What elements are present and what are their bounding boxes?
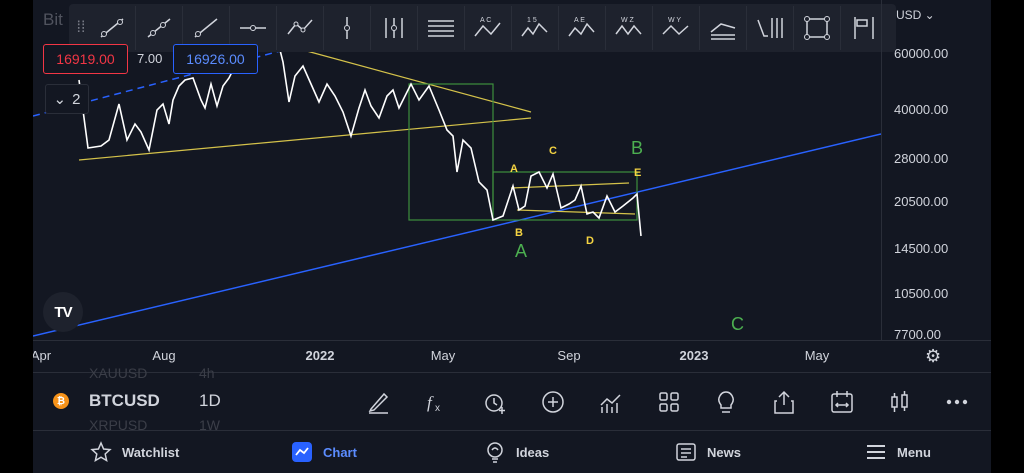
star-icon (90, 441, 112, 463)
nav-menu[interactable]: Menu (865, 441, 931, 463)
wave-label-yellow-c: C (549, 145, 557, 157)
wave-label-green-c: C (731, 314, 744, 334)
cycle-icon[interactable] (747, 6, 794, 50)
wave-label-yellow-e: E (634, 167, 641, 179)
price-label: 60000.00 (894, 46, 949, 61)
currency-selector[interactable]: USD ⌄ (896, 8, 935, 22)
yellow-upper-trendline[interactable] (302, 49, 532, 113)
sell-price-button[interactable]: 16919.00 (43, 44, 128, 74)
ideas-icon (487, 442, 503, 463)
news-icon (676, 443, 696, 461)
compare-icon[interactable] (595, 386, 627, 418)
indicator-count: 2 (72, 90, 81, 108)
wave-label-yellow-a: A (510, 163, 518, 175)
price-axis[interactable]: USD ⌄ 60000.00 40000.00 28000.00 20500.0… (881, 0, 991, 342)
time-label: May (804, 348, 830, 363)
wz-pattern-icon[interactable]: W Z (606, 6, 653, 50)
alert-icon[interactable] (479, 386, 511, 418)
buy-price-button[interactable]: 16926.00 (173, 44, 258, 74)
green-box-large[interactable] (408, 83, 494, 221)
grip-icon[interactable]: ⁞⁞ (73, 13, 89, 43)
svg-text:x: x (435, 403, 440, 414)
wave-label-yellow-d: D (586, 235, 594, 247)
candle-icon[interactable] (884, 386, 916, 418)
wave-label-green-b: B (631, 138, 643, 158)
lightbulb-icon[interactable] (710, 386, 742, 418)
wy-pattern-icon[interactable]: W Y (653, 6, 700, 50)
ghost-interval-top: 4h (199, 365, 215, 381)
bitcoin-icon: ₿ (53, 393, 69, 409)
nav-news[interactable]: News (675, 441, 741, 463)
nav-watchlist[interactable]: Watchlist (90, 441, 179, 463)
blue-trendline[interactable] (33, 133, 881, 337)
chart-icon (292, 442, 312, 462)
svg-text:W Z: W Z (621, 17, 635, 24)
price-line (78, 27, 642, 237)
pitchfork-icon[interactable] (371, 6, 418, 50)
svg-text:1 5: 1 5 (527, 17, 537, 24)
ae-pattern-icon[interactable]: A E (559, 6, 606, 50)
tradingview-logo[interactable]: TV (43, 292, 83, 332)
trading-app: B A C A C E B D Bit ⁞⁞ A C 1 5 A E W Z W… (33, 0, 991, 473)
menu-icon (867, 445, 885, 459)
svg-text:A C: A C (480, 17, 491, 24)
fib-icon[interactable] (700, 6, 747, 50)
abcd-pattern-icon[interactable]: A C (465, 6, 512, 50)
path-icon[interactable] (277, 6, 324, 50)
layout-icon[interactable] (653, 386, 685, 418)
pencil-icon[interactable] (363, 386, 395, 418)
gear-icon[interactable]: ⚙ (925, 346, 941, 367)
wave-label-green-a: A (515, 241, 527, 261)
nav-ideas[interactable]: Ideas (484, 441, 549, 463)
nav-chart[interactable]: Chart (291, 441, 357, 463)
svg-text:W Y: W Y (668, 17, 681, 24)
indicators-icon[interactable]: fx (421, 386, 453, 418)
time-axis[interactable]: Apr Aug 2022 May Sep 2023 May ⚙ (33, 340, 991, 372)
symbol-bar: XAUUSD 4h XRPUSD 1W ₿ BTCUSD 1D fx (33, 365, 991, 433)
price-label: 40000.00 (894, 102, 949, 117)
time-label: 2023 (679, 348, 709, 363)
interval-selector[interactable]: 1D (199, 391, 221, 411)
ghost-symbol-top: XAUUSD (89, 365, 148, 381)
time-label: Sep (557, 348, 581, 363)
parallel-channel-icon[interactable] (418, 6, 465, 50)
chart-area[interactable]: B A C A C E B D Bit ⁞⁞ A C 1 5 A E W Z W… (33, 0, 991, 372)
symbol-selector[interactable]: BTCUSD (89, 391, 160, 411)
price-label: 20500.00 (894, 194, 949, 209)
chevron-down-icon: ⌄ (53, 91, 67, 108)
time-label: 2022 (305, 348, 335, 363)
share-icon[interactable] (768, 386, 800, 418)
price-label: 14500.00 (894, 241, 949, 256)
price-label: 10500.00 (894, 286, 949, 301)
time-label: Aug (152, 348, 176, 363)
svg-text:f: f (427, 393, 434, 412)
add-icon[interactable] (537, 386, 569, 418)
more-icon[interactable] (941, 386, 973, 418)
symbol-ghost-text: Bit (43, 10, 63, 29)
collapse-indicators-button[interactable]: ⌄ 2 (45, 84, 89, 114)
rectangle-icon[interactable] (794, 6, 841, 50)
price-label: 28000.00 (894, 151, 949, 166)
time-label: May (430, 348, 456, 363)
svg-text:A E: A E (574, 17, 585, 24)
yellow-lower-trendline[interactable] (78, 117, 532, 161)
spread-value: 7.00 (137, 51, 163, 66)
wave-15-icon[interactable]: 1 5 (512, 6, 559, 50)
bottom-navigation: Watchlist Chart Ideas News Menu (33, 430, 991, 473)
replay-icon[interactable] (826, 386, 858, 418)
wave-label-yellow-b: B (515, 227, 523, 239)
vertical-line-icon[interactable] (324, 6, 371, 50)
time-label: Apr (33, 348, 52, 363)
